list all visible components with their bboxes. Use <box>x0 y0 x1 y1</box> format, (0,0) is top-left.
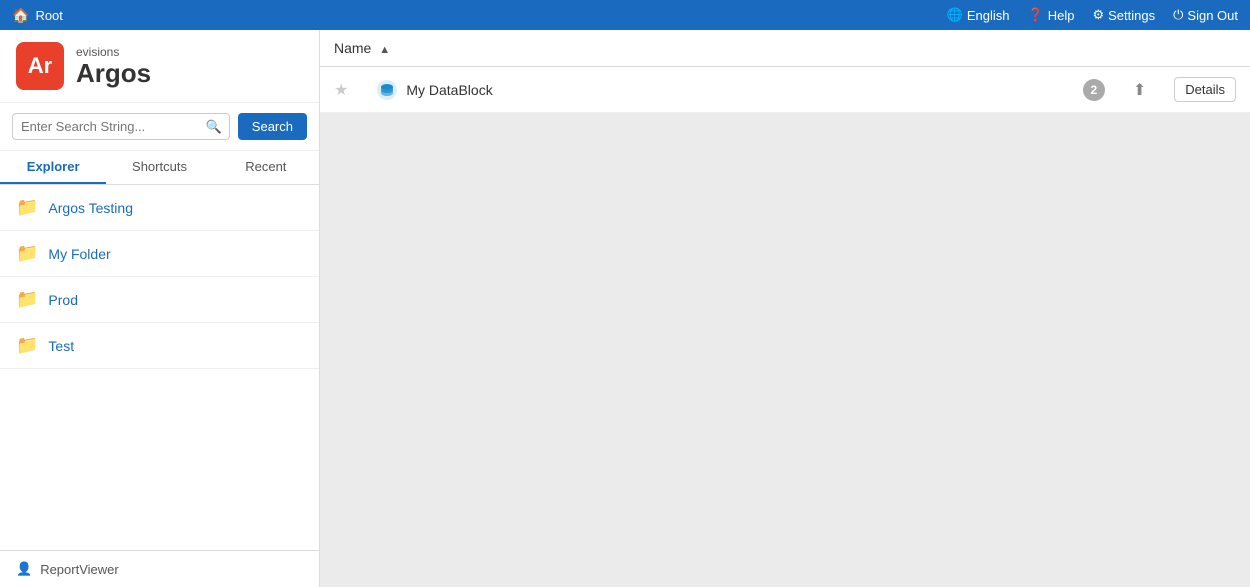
search-area: 🔍 Search <box>0 103 319 151</box>
help-icon: ❓ <box>1028 7 1044 23</box>
item-name[interactable]: My DataBlock <box>406 82 492 98</box>
globe-icon: 🌐 <box>947 7 963 23</box>
folder-label: Test <box>48 338 74 354</box>
home-icon: 🏠 <box>12 7 29 24</box>
folder-label: My Folder <box>48 246 110 262</box>
gear-icon: ⚙ <box>1092 7 1104 23</box>
table-header: Name ▲ <box>320 30 1250 67</box>
list-item[interactable]: 📁 Test <box>0 323 319 369</box>
user-name: ReportViewer <box>40 562 119 577</box>
share-icon[interactable]: ⬆ <box>1133 82 1146 99</box>
settings-label: Settings <box>1108 8 1155 23</box>
star-cell: ★ <box>320 67 362 113</box>
search-input[interactable] <box>12 113 230 140</box>
signout-label: Sign Out <box>1187 8 1238 23</box>
english-label: English <box>967 8 1010 23</box>
tab-shortcuts[interactable]: Shortcuts <box>106 151 212 184</box>
list-item[interactable]: 📁 My Folder <box>0 231 319 277</box>
tab-recent[interactable]: Recent <box>213 151 319 184</box>
table-row: ★ My DataBl <box>320 67 1250 113</box>
name-column-header[interactable]: Name ▲ <box>320 30 1250 67</box>
table-body: ★ My DataBl <box>320 67 1250 113</box>
folder-icon: 📁 <box>16 197 38 218</box>
signout-nav-item[interactable]: ⏻ Sign Out <box>1173 7 1238 23</box>
item-badge: 2 <box>1083 79 1105 101</box>
english-nav-item[interactable]: 🌐 English <box>947 7 1010 23</box>
root-label[interactable]: Root <box>35 8 62 23</box>
item-name-cell: My DataBlock <box>362 67 1069 113</box>
top-bar-right: 🌐 English ❓ Help ⚙ Settings ⏻ Sign Out <box>947 7 1238 23</box>
folder-label: Argos Testing <box>48 200 133 216</box>
badge-cell: 2 <box>1069 67 1119 113</box>
help-label: Help <box>1048 8 1075 23</box>
content-table: Name ▲ ★ <box>320 30 1250 113</box>
folder-label: Prod <box>48 292 78 308</box>
brand-name: evisions <box>76 45 151 59</box>
details-button[interactable]: Details <box>1174 77 1236 102</box>
top-bar-left: 🏠 Root <box>12 7 63 24</box>
search-input-wrapper: 🔍 <box>12 113 230 140</box>
app-logo-icon: Ar <box>16 42 64 90</box>
sidebar: Ar evisions Argos 🔍 Search Explorer Shor… <box>0 30 320 587</box>
share-cell: ⬆ <box>1119 67 1160 113</box>
folder-list: 📁 Argos Testing 📁 My Folder 📁 Prod 📁 Tes… <box>0 185 319 550</box>
tab-explorer[interactable]: Explorer <box>0 151 106 184</box>
app-name: Argos <box>76 59 151 88</box>
settings-nav-item[interactable]: ⚙ Settings <box>1092 7 1155 23</box>
content-area: Name ▲ ★ <box>320 30 1250 587</box>
favorite-star-icon[interactable]: ★ <box>334 82 348 99</box>
sidebar-tabs: Explorer Shortcuts Recent <box>0 151 319 185</box>
bottom-user-bar: 👤 ReportViewer <box>0 550 319 587</box>
user-icon: 👤 <box>16 561 32 577</box>
folder-icon: 📁 <box>16 289 38 310</box>
help-nav-item[interactable]: ❓ Help <box>1028 7 1075 23</box>
top-nav-bar: 🏠 Root 🌐 English ❓ Help ⚙ Settings ⏻ Sig… <box>0 0 1250 30</box>
logo-text: evisions Argos <box>76 45 151 88</box>
signout-icon: ⏻ <box>1173 7 1183 23</box>
list-item[interactable]: 📁 Argos Testing <box>0 185 319 231</box>
search-icon: 🔍 <box>206 119 222 135</box>
details-cell: Details <box>1160 67 1250 113</box>
search-button[interactable]: Search <box>238 113 307 140</box>
logo-area: Ar evisions Argos <box>0 30 319 103</box>
datablock-icon <box>376 79 398 101</box>
sort-asc-icon: ▲ <box>379 44 390 56</box>
folder-icon: 📁 <box>16 335 38 356</box>
list-item[interactable]: 📁 Prod <box>0 277 319 323</box>
folder-icon: 📁 <box>16 243 38 264</box>
main-layout: Ar evisions Argos 🔍 Search Explorer Shor… <box>0 30 1250 587</box>
